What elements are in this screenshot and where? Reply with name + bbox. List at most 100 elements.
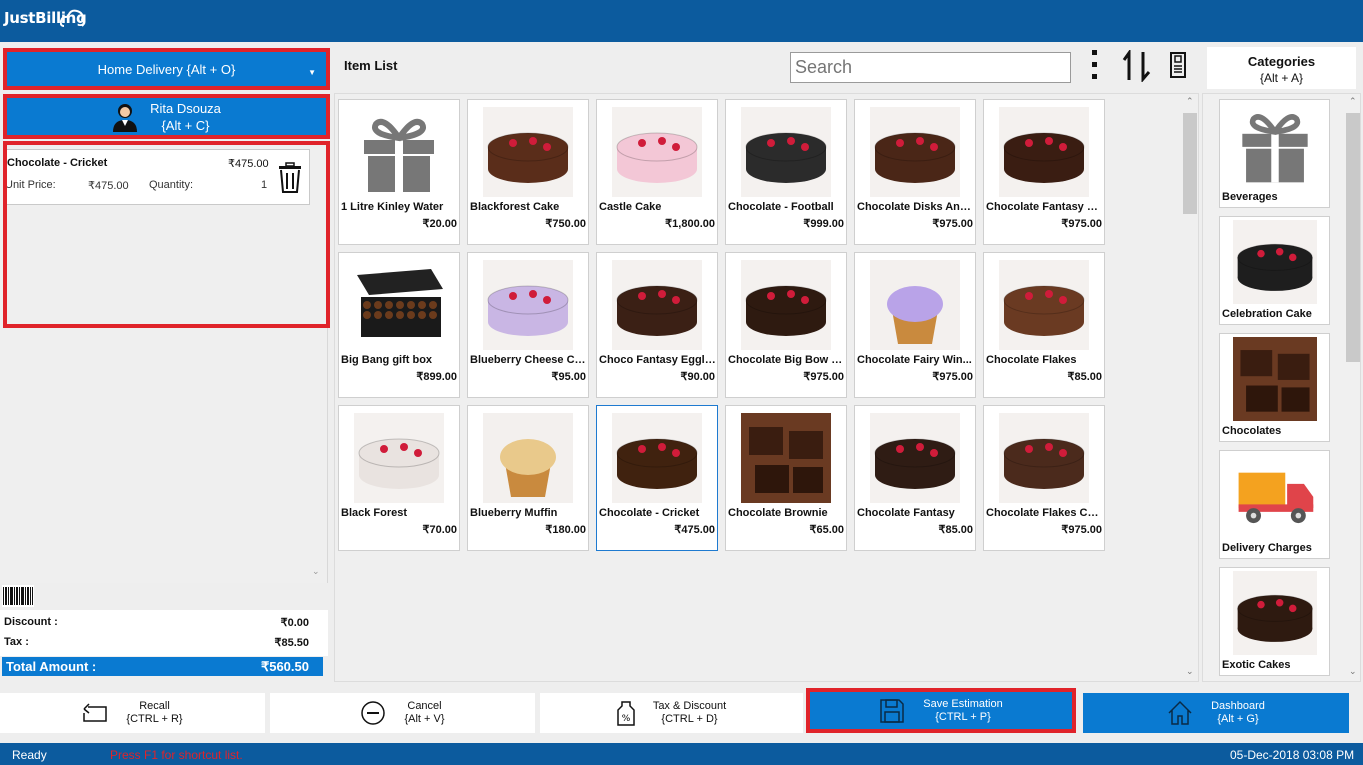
item-name: Chocolate Flakes Cake [986, 507, 1103, 519]
item-name: Big Bang gift box [341, 354, 433, 366]
search-input[interactable] [790, 52, 1071, 83]
dashboard-button[interactable]: Dashboard {Alt + G} [1083, 693, 1349, 733]
category-name: Beverages [1222, 191, 1278, 203]
item-price: ₹975.00 [932, 218, 973, 230]
cake-photo [855, 100, 975, 204]
gift-icon [1220, 100, 1329, 190]
muffin-photo [468, 406, 588, 510]
total-label: Total Amount : [6, 659, 97, 674]
save-estimation-shortcut: {CTRL + P} [935, 710, 991, 723]
item-price: ₹999.00 [803, 218, 844, 230]
item-price: ₹475.00 [674, 524, 715, 536]
item-price: ₹899.00 [416, 371, 457, 383]
cake-photo [597, 253, 717, 357]
more-options-icon[interactable] [1092, 50, 1098, 86]
barcode-icon[interactable] [2, 585, 34, 607]
category-tile[interactable]: Delivery Charges [1219, 450, 1330, 559]
item-list-title: Item List [344, 58, 398, 73]
shortcut-hint: Press F1 for shortcut list. [110, 748, 243, 762]
category-tile[interactable]: Chocolates [1219, 333, 1330, 442]
item-tile[interactable]: Chocolate - Football ₹999.00 [725, 99, 847, 245]
save-icon [880, 698, 904, 723]
item-tile[interactable]: Chocolate Big Bow C... ₹975.00 [725, 252, 847, 398]
category-name: Delivery Charges [1222, 542, 1312, 554]
item-name: Blueberry Muffin [470, 507, 558, 519]
item-price: ₹95.00 [551, 371, 586, 383]
item-tile[interactable]: 1 Litre Kinley Water ₹20.00 [338, 99, 460, 245]
cake-photo [1220, 217, 1329, 307]
cancel-icon [361, 701, 386, 725]
cancel-shortcut: {Alt + V} [404, 713, 445, 725]
chevron-down-icon[interactable]: ⌄ [1349, 666, 1357, 677]
save-estimation-button[interactable]: Save Estimation {CTRL + P} [806, 688, 1076, 733]
recall-shortcut: {CTRL + R} [126, 713, 183, 725]
item-name: Black Forest [341, 507, 408, 519]
scanner-icon[interactable] [1168, 52, 1188, 78]
recall-icon [83, 703, 108, 722]
category-tile[interactable]: Beverages [1219, 99, 1330, 208]
item-tile[interactable]: Blackforest Cake ₹750.00 [467, 99, 589, 245]
item-price: ₹90.00 [680, 371, 715, 383]
item-tile[interactable]: Black Forest ₹70.00 [338, 405, 460, 551]
category-tile[interactable]: Exotic Cakes [1219, 567, 1330, 676]
total-amount-bar: Total Amount : ₹560.50 [2, 657, 323, 676]
item-tile[interactable]: Chocolate Flakes ₹85.00 [983, 252, 1105, 398]
category-scroll-thumb[interactable] [1346, 113, 1360, 362]
chevron-up-icon[interactable]: ⌃ [1349, 96, 1357, 107]
order-type-dropdown[interactable]: Home Delivery {Alt + O} ▼ [3, 48, 330, 90]
title-bar [0, 0, 1363, 42]
chevron-up-icon[interactable]: ⌃ [1186, 96, 1194, 107]
cake-photo [726, 100, 846, 204]
chevron-down-icon[interactable]: ⌄ [312, 566, 320, 577]
item-name: Choco Fantasy Eggle... [599, 354, 716, 366]
cake-photo [339, 406, 459, 510]
item-price: ₹975.00 [932, 371, 973, 383]
status-datetime: 05-Dec-2018 03:08 PM [1230, 748, 1355, 762]
item-tile[interactable]: Big Bang gift box ₹899.00 [338, 252, 460, 398]
dashboard-label: Dashboard [1211, 700, 1265, 712]
item-grid-scroll-thumb[interactable] [1183, 113, 1197, 214]
gift-icon [339, 100, 459, 204]
category-name: Exotic Cakes [1222, 659, 1291, 671]
dashboard-shortcut: {Alt + G} [1217, 713, 1259, 725]
chocolate-photo [1220, 334, 1329, 424]
cake-photo [597, 406, 717, 510]
item-tile[interactable]: Blueberry Cheese Ca... ₹95.00 [467, 252, 589, 398]
sort-icon[interactable] [1121, 50, 1153, 82]
customer-avatar-icon [113, 103, 138, 132]
item-tile[interactable]: Choco Fantasy Eggle... ₹90.00 [596, 252, 718, 398]
item-name: Chocolate - Football [728, 201, 834, 213]
item-tile[interactable]: Chocolate Brownie ₹65.00 [725, 405, 847, 551]
category-name: Chocolates [1222, 425, 1282, 437]
item-tile[interactable]: Chocolate Fantasy C... ₹975.00 [983, 99, 1105, 245]
cake-photo [468, 253, 588, 357]
category-tile[interactable]: Celebration Cake [1219, 216, 1330, 325]
category-name: Celebration Cake [1222, 308, 1312, 320]
tax-discount-shortcut: {CTRL + D} [661, 713, 718, 725]
item-tile[interactable]: Castle Cake ₹1,800.00 [596, 99, 718, 245]
item-tile[interactable]: Chocolate Fantasy ₹85.00 [854, 405, 976, 551]
item-name: Chocolate Fantasy [857, 507, 955, 519]
tax-tag-icon: % [617, 701, 635, 726]
status-bar: Ready Press F1 for shortcut list. 05-Dec… [0, 743, 1363, 765]
item-tile[interactable]: Chocolate Fairy Win... ₹975.00 [854, 252, 976, 398]
customer-name: Rita Dsouza [150, 100, 221, 116]
tax-discount-button[interactable]: % Tax & Discount {CTRL + D} [540, 693, 803, 733]
discount-label: Discount : [4, 616, 58, 628]
item-tile[interactable]: Blueberry Muffin ₹180.00 [467, 405, 589, 551]
item-name: Chocolate Flakes [986, 354, 1077, 366]
order-type-label: Home Delivery {Alt + O} [97, 61, 236, 77]
item-price: ₹85.00 [938, 524, 973, 536]
item-tile[interactable]: Chocolate - Cricket ₹475.00 [596, 405, 718, 551]
cake-photo [1220, 568, 1329, 658]
item-tile[interactable]: Chocolate Disks And... ₹975.00 [854, 99, 976, 245]
chevron-down-icon[interactable]: ⌄ [1186, 666, 1194, 677]
tax-value: ₹85.50 [274, 637, 309, 649]
svg-text:%: % [622, 714, 631, 724]
cancel-button[interactable]: Cancel {Alt + V} [270, 693, 535, 733]
status-text: Ready [12, 748, 47, 762]
recall-button[interactable]: Recall {CTRL + R} [0, 693, 265, 733]
customer-button[interactable]: Rita Dsouza {Alt + C} [3, 94, 330, 139]
categories-button[interactable]: Categories {Alt + A} [1207, 47, 1356, 89]
item-tile[interactable]: Chocolate Flakes Cake ₹975.00 [983, 405, 1105, 551]
